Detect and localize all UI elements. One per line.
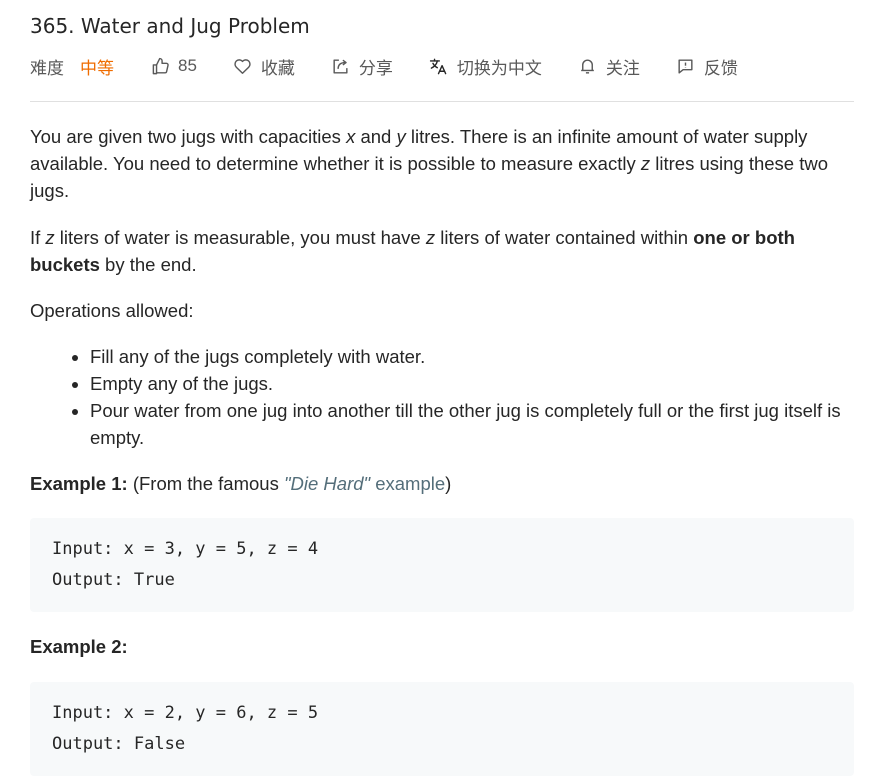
difficulty-label: 难度 <box>30 58 64 79</box>
switch-language-label: 切换为中文 <box>456 58 542 79</box>
feedback-label: 反馈 <box>703 58 738 79</box>
thumbs-up-icon <box>150 56 170 76</box>
example-1-title: Example 1: (From the famous "Die Hard" e… <box>30 473 452 494</box>
description-paragraph: You are given two jugs with capacities x… <box>30 126 829 201</box>
share-icon <box>331 56 351 76</box>
problem-page: 365. Water and Jug Problem 难度 中等 85 收藏 分… <box>0 0 878 776</box>
follow-button[interactable]: 关注 <box>578 54 640 79</box>
favorite-label: 收藏 <box>260 58 295 79</box>
feedback-icon <box>676 56 696 76</box>
list-item: Pour water from one jug into another til… <box>90 397 854 451</box>
feedback-button[interactable]: 反馈 <box>676 54 738 79</box>
share-button[interactable]: 分享 <box>331 54 393 79</box>
bell-icon <box>578 56 598 76</box>
problem-description: You are given two jugs with capacities x… <box>30 123 854 776</box>
example-1-code-block: Input: x = 3, y = 5, z = 4 Output: True <box>30 518 854 612</box>
follow-label: 关注 <box>605 58 640 79</box>
difficulty: 难度 中等 <box>30 54 114 79</box>
favorite-button[interactable]: 收藏 <box>233 54 295 79</box>
like-button[interactable]: 85 <box>150 56 197 76</box>
list-item: Empty any of the jugs. <box>90 370 854 397</box>
heart-icon <box>233 56 253 76</box>
example-1-input: Input: x = 3, y = 5, z = 4 <box>52 539 319 559</box>
difficulty-value: 中等 <box>80 58 114 79</box>
switch-language-button[interactable]: 切换为中文 <box>429 54 542 79</box>
example-1-output: Output: True <box>52 570 175 590</box>
operations-list: Fill any of the jugs completely with wat… <box>30 343 854 451</box>
operations-heading: Operations allowed: <box>30 300 194 321</box>
divider <box>30 101 854 102</box>
translate-icon <box>429 56 449 76</box>
example-2-input: Input: x = 2, y = 6, z = 5 <box>52 703 319 723</box>
like-count: 85 <box>178 56 197 75</box>
problem-meta-bar: 难度 中等 85 收藏 分享 切换为中文 关注 反馈 <box>30 53 854 79</box>
problem-title: 365. Water and Jug Problem <box>30 14 310 38</box>
example-2-title: Example 2: <box>30 636 128 657</box>
die-hard-link[interactable]: "Die Hard" example <box>284 473 445 494</box>
share-label: 分享 <box>358 58 393 79</box>
list-item: Fill any of the jugs completely with wat… <box>90 343 854 370</box>
condition-paragraph: If z liters of water is measurable, you … <box>30 227 795 275</box>
example-2-output: Output: False <box>52 734 186 754</box>
example-2-code-block: Input: x = 2, y = 6, z = 5 Output: False <box>30 682 854 776</box>
